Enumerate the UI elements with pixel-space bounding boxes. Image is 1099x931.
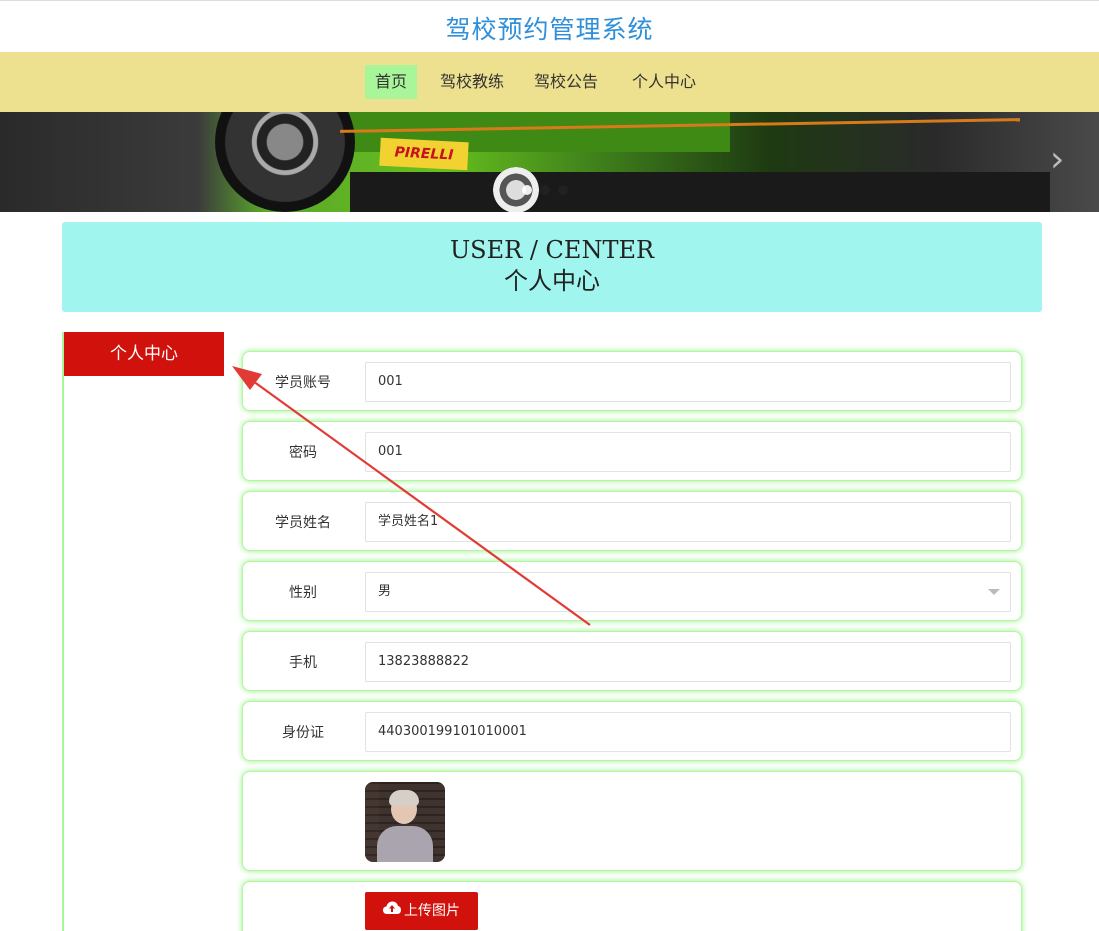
form-row-avatar	[242, 771, 1022, 871]
form-row-upload: 上传图片	[242, 881, 1022, 931]
carousel-dot[interactable]	[558, 185, 568, 195]
sidebar-item-user-center[interactable]: 个人中心	[64, 332, 224, 376]
id-card-label: 身份证	[282, 725, 324, 741]
name-label: 学员姓名	[275, 515, 331, 531]
section-header: USER / CENTER 个人中心	[62, 222, 1042, 312]
chevron-down-icon	[988, 589, 1000, 595]
avatar-body	[377, 826, 433, 862]
gender-select-value: 男	[378, 584, 392, 599]
account-label: 学员账号	[275, 375, 331, 391]
name-input[interactable]: 学员姓名1	[365, 502, 1011, 542]
form-row-name: 学员姓名 学员姓名1	[242, 491, 1022, 551]
phone-label: 手机	[289, 655, 317, 671]
form-row-gender: 性别 男	[242, 561, 1022, 621]
site-title: 驾校预约管理系统	[445, 15, 654, 44]
phone-input[interactable]: 13823888822	[365, 642, 1011, 682]
gender-select[interactable]: 男	[365, 572, 1011, 612]
banner-car-lower	[350, 172, 1050, 212]
sidebar: 个人中心	[62, 332, 224, 931]
chevron-right-icon[interactable]: ›	[1050, 142, 1064, 178]
banner-car-wheel	[215, 112, 355, 212]
upload-button-label: 上传图片	[404, 903, 460, 919]
password-input[interactable]: 001	[365, 432, 1011, 472]
banner-brand-logo: PIRELLI	[379, 137, 469, 171]
section-title-en: USER / CENTER	[449, 236, 655, 264]
nav-item-notices[interactable]: 驾校公告	[524, 65, 608, 99]
avatar-hair	[389, 790, 419, 806]
id-card-input[interactable]: 440300199101010001	[365, 712, 1011, 752]
carousel-dot[interactable]	[540, 185, 550, 195]
avatar	[365, 782, 445, 862]
section-title-zh: 个人中心	[504, 267, 600, 295]
banner-carousel[interactable]: PIRELLI ›	[0, 112, 1099, 212]
top-divider	[0, 0, 1099, 1]
main-navbar: 首页 驾校教练 驾校公告 个人中心	[0, 52, 1099, 112]
nav-item-user-center[interactable]: 个人中心	[622, 65, 706, 99]
gender-label: 性别	[289, 585, 317, 601]
nav-item-coaches[interactable]: 驾校教练	[430, 65, 514, 99]
account-input[interactable]: 001	[365, 362, 1011, 402]
cloud-upload-icon	[383, 892, 401, 930]
nav-item-home[interactable]: 首页	[365, 65, 418, 99]
password-label: 密码	[289, 445, 317, 461]
carousel-dot[interactable]	[522, 185, 532, 195]
form-row-account: 学员账号 001	[242, 351, 1022, 411]
form-row-id-card: 身份证 440300199101010001	[242, 701, 1022, 761]
form-row-phone: 手机 13823888822	[242, 631, 1022, 691]
carousel-indicators	[522, 180, 576, 199]
form-row-password: 密码 001	[242, 421, 1022, 481]
upload-image-button[interactable]: 上传图片	[365, 892, 478, 930]
